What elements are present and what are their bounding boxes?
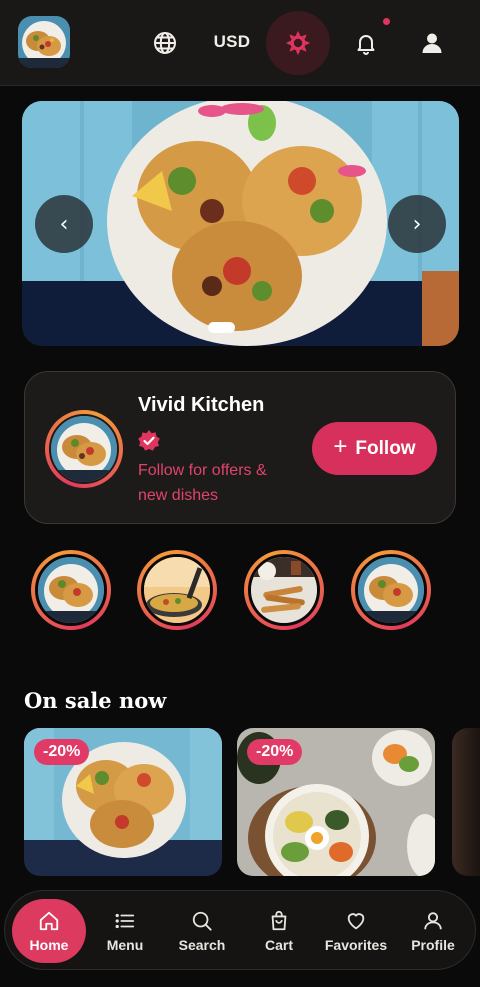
nav-profile[interactable]: Profile [397,899,469,963]
sale-card-partial[interactable] [452,728,480,876]
user-icon [424,911,442,929]
follow-subtitle: Follow for offers & new dishes [138,462,267,504]
sale-card-bibimbap[interactable]: -20% [237,728,435,876]
chevron-left-icon: ‹ [59,211,69,237]
brand-logo[interactable] [18,16,70,68]
plus-icon: + [333,433,348,460]
story-paella[interactable] [137,550,217,630]
sun-icon [286,31,310,55]
nav-cart-label: Cart [264,936,293,953]
chevron-right-icon: › [412,211,422,237]
notification-indicator [383,18,390,25]
shopping-bag-icon [271,910,287,930]
nav-cart[interactable]: Cart [243,899,315,963]
bell-icon [357,35,375,55]
theme-toggle-button[interactable] [266,11,330,75]
globe-icon [154,32,176,54]
user-icon [422,33,442,53]
search-icon [192,911,212,931]
nav-favorites-label: Favorites [324,936,388,953]
section-title-on-sale: On sale now [24,688,167,713]
home-icon [39,911,59,930]
discount-badge: -20% [34,739,90,765]
verified-badge-icon [138,430,160,457]
nav-home[interactable]: Home [12,899,86,963]
nav-profile-label: Profile [411,936,455,953]
bottom-navigation: Home Menu Search Cart Favorites Profile [4,890,476,970]
restaurant-avatar[interactable] [45,410,123,488]
follow-button[interactable]: + Follow [312,422,437,475]
story-tacos[interactable] [31,550,111,630]
carousel-next-button[interactable]: › [388,195,446,253]
restaurant-name: Vivid Kitchen [138,394,265,416]
nav-favorites[interactable]: Favorites [320,899,392,963]
currency-selector[interactable]: USD [206,32,258,52]
nav-menu[interactable]: Menu [89,899,161,963]
follow-button-label: Follow [355,437,416,459]
account-button[interactable] [410,21,454,65]
language-button[interactable] [143,21,187,65]
sale-card-tacos[interactable]: -20% [24,728,222,876]
notifications-button[interactable] [344,21,388,65]
bottom-spacer [0,970,480,987]
carousel-prev-button[interactable]: ‹ [35,195,93,253]
nav-menu-label: Menu [106,936,144,953]
nav-search[interactable]: Search [166,899,238,963]
heart-icon [347,912,365,929]
carousel-indicator[interactable] [208,322,235,333]
discount-badge: -20% [247,739,303,765]
nav-search-label: Search [178,936,226,953]
story-tacos-2[interactable] [351,550,431,630]
nav-home-label: Home [29,936,69,953]
list-icon [115,913,135,928]
story-churros[interactable] [244,550,324,630]
follow-card: Vivid Kitchen Follow for offers & new di… [24,371,456,524]
top-bar: USD [0,0,480,86]
